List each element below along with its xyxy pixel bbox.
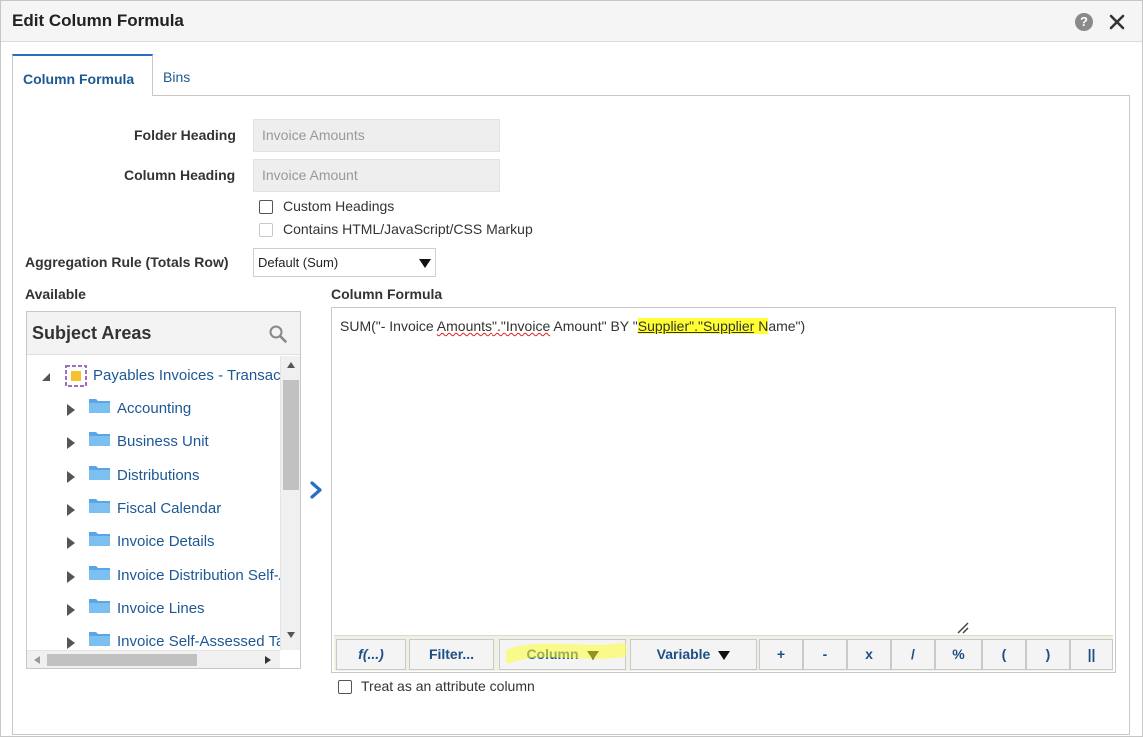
expand-triangle-icon[interactable] <box>66 437 76 449</box>
tree-item-label: Invoice Details <box>117 533 215 550</box>
dialog-titlebar: Edit Column Formula ? <box>1 1 1142 42</box>
tree-item[interactable]: Invoice Lines <box>27 594 280 627</box>
expand-triangle-icon[interactable] <box>66 504 76 516</box>
aggregation-rule-value: Default (Sum) <box>258 255 339 270</box>
custom-headings-checkbox[interactable] <box>259 200 273 214</box>
expand-triangle-icon[interactable] <box>66 471 76 483</box>
formula-text[interactable]: SUM("- Invoice Amounts"."Invoice Amount"… <box>340 318 805 334</box>
right-paren-button[interactable]: ) <box>1026 639 1070 670</box>
tree-item-label: Invoice Lines <box>117 600 205 617</box>
tree-item-label: Accounting <box>117 400 192 417</box>
variable-dropdown-button[interactable]: Variable <box>630 639 757 670</box>
scroll-up-arrow-icon[interactable] <box>287 362 295 368</box>
expand-triangle-icon[interactable] <box>66 637 76 649</box>
folder-heading-label: Folder Heading <box>134 127 236 143</box>
folder-heading-field[interactable]: Invoice Amounts <box>253 119 500 152</box>
vertical-scrollbar[interactable] <box>280 356 300 650</box>
scroll-down-arrow-icon[interactable] <box>287 632 295 638</box>
tab-bins[interactable]: Bins <box>153 54 200 96</box>
available-label: Available <box>25 286 86 302</box>
left-paren-button[interactable]: ( <box>982 639 1026 670</box>
formula-toolbar: f(...) Filter... Column Variable + - x /… <box>334 635 1113 671</box>
formula-segment-highlighted: N <box>754 318 769 334</box>
folder-icon <box>89 599 110 613</box>
tree-item-label: Distributions <box>117 467 200 484</box>
subject-areas-tree: Payables Invoices - Transactional Accoun… <box>27 356 280 650</box>
folder-icon <box>89 432 110 446</box>
formula-segment-misspelled: Invoice <box>505 318 551 334</box>
tree-root-row[interactable]: Payables Invoices - Transactional <box>27 361 280 394</box>
horizontal-scrollbar[interactable] <box>27 650 280 668</box>
formula-segment: ame") <box>768 318 806 334</box>
dropdown-arrow-icon <box>419 259 431 268</box>
tree-item-label: Invoice Distribution Self-Assessed <box>117 567 280 584</box>
search-icon[interactable] <box>268 324 288 344</box>
treat-as-attribute-checkbox[interactable] <box>338 680 352 694</box>
filter-button[interactable]: Filter... <box>409 639 494 670</box>
edit-column-formula-dialog: Edit Column Formula ? Column Formula Bin… <box>0 0 1143 737</box>
column-heading-label: Column Heading <box>124 167 236 183</box>
column-formula-editor[interactable]: SUM("- Invoice Amounts"."Invoice Amount"… <box>331 307 1116 673</box>
tree-item-label: Business Unit <box>117 433 209 450</box>
close-icon[interactable] <box>1107 12 1127 32</box>
tree-item-label: Invoice Self-Assessed Tax <box>117 633 280 650</box>
treat-as-attribute-label: Treat as an attribute column <box>361 678 535 694</box>
html-markup-label: Contains HTML/JavaScript/CSS Markup <box>283 221 533 237</box>
horizontal-scroll-thumb[interactable] <box>47 654 197 666</box>
collapse-triangle-icon[interactable] <box>40 371 52 383</box>
tree-item[interactable]: Business Unit <box>27 427 280 460</box>
subject-areas-panel: Subject Areas Payables Invoices - Transa… <box>26 311 301 669</box>
folder-icon <box>89 399 110 413</box>
tree-item[interactable]: Accounting <box>27 394 280 427</box>
plus-button[interactable]: + <box>759 639 803 670</box>
dropdown-arrow-icon <box>718 650 731 660</box>
percent-button[interactable]: % <box>935 639 982 670</box>
tree-item[interactable]: Invoice Details <box>27 527 280 560</box>
function-button[interactable]: f(...) <box>336 639 406 670</box>
dialog-title: Edit Column Formula <box>12 11 184 30</box>
tree-item[interactable]: Invoice Self-Assessed Tax <box>27 627 280 650</box>
tree-root-label: Payables Invoices - Transactional <box>93 367 280 384</box>
custom-headings-label: Custom Headings <box>283 198 395 214</box>
highlight-mark <box>506 643 626 663</box>
minus-button[interactable]: - <box>803 639 847 670</box>
tree-item-label: Fiscal Calendar <box>117 500 222 517</box>
expand-triangle-icon[interactable] <box>66 604 76 616</box>
help-icon[interactable]: ? <box>1075 13 1093 31</box>
scroll-left-arrow-icon[interactable] <box>34 656 40 664</box>
tab-column-formula[interactable]: Column Formula <box>12 54 153 96</box>
formula-segment-misspelled: "." <box>492 318 506 334</box>
folder-icon <box>89 466 110 480</box>
aggregation-rule-label: Aggregation Rule (Totals Row) <box>25 254 229 270</box>
folder-icon <box>89 532 110 546</box>
concat-button[interactable]: || <box>1070 639 1113 670</box>
column-formula-label: Column Formula <box>331 286 443 302</box>
formula-segment-highlighted: Supplier"."Supplier <box>637 318 755 334</box>
folder-icon <box>89 499 110 513</box>
add-to-formula-arrow-icon[interactable] <box>307 480 325 500</box>
formula-segment: SUM("- Invoice <box>340 318 437 334</box>
subject-areas-title: Subject Areas <box>32 323 152 343</box>
subject-areas-header: Subject Areas <box>27 312 300 355</box>
tree-item[interactable]: Fiscal Calendar <box>27 494 280 527</box>
aggregation-rule-select[interactable]: Default (Sum) <box>253 248 436 277</box>
formula-segment-misspelled: Amounts <box>436 318 493 334</box>
formula-segment: Amount" BY " <box>550 318 638 334</box>
html-markup-checkbox[interactable] <box>259 223 273 237</box>
resize-grip-icon[interactable] <box>956 621 970 635</box>
folder-icon <box>89 566 110 580</box>
subject-area-icon <box>65 365 87 387</box>
vertical-scroll-thumb[interactable] <box>283 380 299 490</box>
variable-button-label: Variable <box>656 646 711 662</box>
multiply-button[interactable]: x <box>847 639 891 670</box>
expand-triangle-icon[interactable] <box>66 404 76 416</box>
expand-triangle-icon[interactable] <box>66 537 76 549</box>
divide-button[interactable]: / <box>891 639 935 670</box>
column-heading-field[interactable]: Invoice Amount <box>253 159 500 192</box>
expand-triangle-icon[interactable] <box>66 571 76 583</box>
scroll-right-arrow-icon[interactable] <box>265 656 271 664</box>
folder-icon <box>89 632 110 646</box>
tree-item[interactable]: Distributions <box>27 461 280 494</box>
tree-item[interactable]: Invoice Distribution Self-Assessed <box>27 561 280 594</box>
